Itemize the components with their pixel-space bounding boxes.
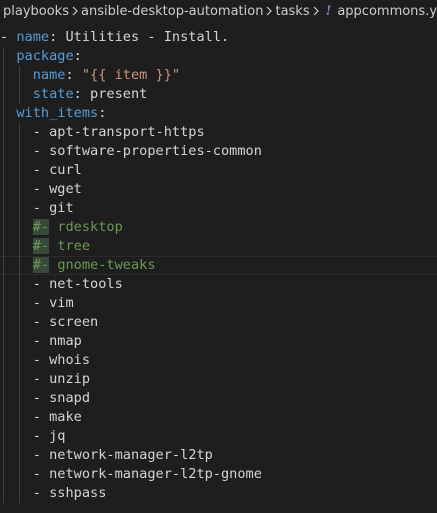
comment-marker: #- bbox=[32, 219, 50, 235]
list-item: - git bbox=[0, 199, 437, 218]
list-item-text: network-manager-l2tp-gnome bbox=[49, 466, 262, 482]
list-item: - curl bbox=[0, 161, 437, 180]
yaml-key: state bbox=[32, 86, 74, 102]
comment-marker: #- bbox=[32, 238, 50, 254]
code-line: name: "{{ item }}" bbox=[0, 66, 437, 85]
list-item-text: whois bbox=[49, 352, 91, 368]
list-item-text: software-properties-common bbox=[49, 143, 262, 159]
list-item-text: make bbox=[49, 409, 82, 425]
list-item: - wget bbox=[0, 180, 437, 199]
list-item: - nmap bbox=[0, 332, 437, 351]
list-item: - network-manager-l2tp-gnome bbox=[0, 465, 437, 484]
breadcrumb-item-file[interactable]: appcommons.yml bbox=[337, 4, 437, 19]
code-line: with_items: bbox=[0, 104, 437, 123]
list-item: - sshpass bbox=[0, 484, 437, 503]
list-item: - network-manager-l2tp bbox=[0, 446, 437, 465]
list-item: - software-properties-common bbox=[0, 142, 437, 161]
editor-window: playbooks ansible-desktop-automation tas… bbox=[0, 0, 437, 513]
list-item-text: jq bbox=[49, 428, 66, 444]
list-item-text: screen bbox=[49, 314, 99, 330]
yaml-key: name bbox=[32, 67, 66, 83]
list-item-text: network-manager-l2tp bbox=[49, 447, 213, 463]
yaml-value: Utilities - Install. bbox=[65, 29, 230, 45]
breadcrumb-item-playbooks[interactable]: playbooks bbox=[3, 4, 69, 19]
code-line: package: bbox=[0, 47, 437, 66]
chevron-right-icon bbox=[312, 0, 320, 22]
yaml-key: package bbox=[16, 48, 74, 64]
yaml-key: with_items bbox=[16, 105, 99, 121]
list-item: - whois bbox=[0, 351, 437, 370]
list-item: - screen bbox=[0, 313, 437, 332]
comment-marker: #- bbox=[32, 257, 50, 273]
list-item-text: tree bbox=[57, 238, 91, 254]
code-editor[interactable]: - name: Utilities - Install. package: na… bbox=[0, 28, 437, 513]
list-item: #- tree bbox=[0, 237, 437, 256]
list-item: - snapd bbox=[0, 389, 437, 408]
yaml-file-icon: ! bbox=[325, 3, 332, 19]
list-item-text: wget bbox=[49, 181, 82, 197]
breadcrumb-item-ansible-desktop-automation[interactable]: ansible-desktop-automation bbox=[81, 4, 263, 19]
list-item: - vim bbox=[0, 294, 437, 313]
list-item: #- gnome-tweaks bbox=[0, 256, 437, 275]
list-item-text: rdesktop bbox=[57, 219, 123, 235]
list-item-text: gnome-tweaks bbox=[57, 257, 156, 273]
list-item-text: net-tools bbox=[49, 276, 123, 292]
list-item-text: nmap bbox=[49, 333, 82, 349]
list-item: - unzip bbox=[0, 370, 437, 389]
list-item-text: unzip bbox=[49, 371, 91, 387]
list-item-text: vim bbox=[49, 295, 74, 311]
list-item: - make bbox=[0, 408, 437, 427]
list-item-text: curl bbox=[49, 162, 82, 178]
list-item: - jq bbox=[0, 427, 437, 446]
chevron-right-icon bbox=[265, 0, 273, 22]
list-item: #- rdesktop bbox=[0, 218, 437, 237]
breadcrumb-item-tasks[interactable]: tasks bbox=[275, 4, 309, 19]
list-item: - apt-transport-https bbox=[0, 123, 437, 142]
list-item: - net-tools bbox=[0, 275, 437, 294]
list-item-text: snapd bbox=[49, 390, 91, 406]
list-item-text: sshpass bbox=[49, 485, 107, 501]
list-item-text: git bbox=[49, 200, 74, 216]
code-line: state: present bbox=[0, 85, 437, 104]
list-item-text: apt-transport-https bbox=[49, 124, 205, 140]
yaml-key: name bbox=[16, 29, 50, 45]
yaml-value: present bbox=[90, 86, 148, 102]
chevron-right-icon bbox=[71, 0, 79, 22]
breadcrumb: playbooks ansible-desktop-automation tas… bbox=[0, 0, 437, 22]
code-line: - name: Utilities - Install. bbox=[0, 29, 230, 45]
yaml-value: "{{ item }}" bbox=[81, 67, 181, 83]
